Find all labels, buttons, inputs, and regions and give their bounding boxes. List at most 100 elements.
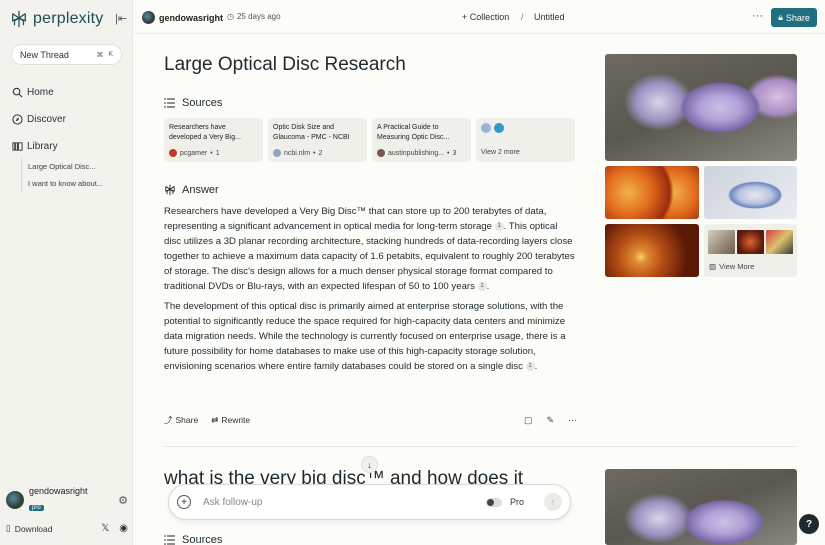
gear-icon[interactable]: ⚙ <box>118 494 128 507</box>
source-card[interactable]: Researchers have developed a Very Big...… <box>164 118 263 162</box>
thread-name[interactable]: Untitled <box>534 12 565 22</box>
source-number: 1 <box>215 149 220 157</box>
citation-badge[interactable]: 1 <box>477 282 487 291</box>
image-optic-disc-fundus[interactable] <box>605 166 699 219</box>
view-more-sources-button[interactable]: View 2 more <box>476 118 575 162</box>
source-favicons <box>481 123 570 133</box>
sidebar: perplexity |⇤ New Thread ⌘ K Home Discov… <box>0 0 133 545</box>
answer-tools: ▢ ✎ ··· <box>524 415 577 426</box>
view-more-images: ▨ View More <box>709 262 754 271</box>
source-meta: ncbi.nlm • 2 <box>273 149 322 157</box>
sources-icon <box>164 535 175 545</box>
arrow-down-icon: ↓ <box>367 459 372 470</box>
favicon-icon <box>273 149 281 157</box>
image-thumbnails <box>708 230 793 254</box>
rewrite-button[interactable]: ⇄ Rewrite <box>211 415 250 426</box>
library-icon <box>12 141 23 151</box>
user-name: gendowasright <box>29 486 88 496</box>
sidebar-item-discover[interactable]: Discover <box>12 110 127 128</box>
add-collection-button[interactable]: + Collection <box>462 12 509 22</box>
image-optical-discs-2[interactable] <box>605 469 797 545</box>
citation-badge[interactable]: 1 <box>525 362 535 371</box>
image-retina[interactable] <box>605 224 699 277</box>
share-button[interactable]: 🔒︎ Share <box>771 8 817 27</box>
attach-plus-icon[interactable]: + <box>177 495 191 509</box>
rewrite-label: Rewrite <box>221 415 251 425</box>
collapse-sidebar-icon[interactable]: |⇤ <box>115 12 127 25</box>
favicon-icon <box>377 149 385 157</box>
sources-list: Researchers have developed a Very Big...… <box>164 118 575 162</box>
share-label: Share <box>785 12 810 23</box>
answer-text: . <box>534 361 538 372</box>
help-button[interactable]: ? <box>799 514 819 534</box>
perplexity-logo-icon <box>12 10 26 28</box>
copy-icon[interactable]: ▢ <box>524 415 533 426</box>
answer-paragraph: Researchers have developed a Very Big Di… <box>164 204 577 294</box>
source-meta: pcgamer • 1 <box>169 149 220 157</box>
compass-icon <box>12 113 23 125</box>
new-thread-label: New Thread <box>20 49 69 60</box>
source-dot: • <box>210 149 213 157</box>
thread-header: gendowasright ◷ 25 days ago + Collection… <box>134 0 825 34</box>
x-social-icon[interactable]: 𝕏 <box>101 523 109 534</box>
share-answer-label: Share <box>175 415 199 425</box>
logo[interactable]: perplexity <box>10 10 103 28</box>
shortcut-cmd: ⌘ <box>96 51 104 59</box>
citation-badge[interactable]: 1 <box>494 222 504 231</box>
logo-text: perplexity <box>33 10 104 27</box>
image-icon: ▨ <box>709 262 717 271</box>
thread-age-label: 25 days ago <box>236 12 281 21</box>
user-profile[interactable]: gendowasright pro ⚙ <box>6 486 128 514</box>
discord-icon[interactable]: ◉ <box>119 523 128 534</box>
send-button[interactable]: ↑ <box>544 493 562 511</box>
clock-icon: ◷ <box>227 12 234 21</box>
thumbnail <box>708 230 735 254</box>
view-more-images-button[interactable]: ▨ View More <box>704 224 797 277</box>
image-disc-closeup[interactable] <box>704 166 797 219</box>
follow-up-bar: + Ask follow-up Pro ↑ <box>168 484 571 520</box>
source-card[interactable]: A Practical Guide to Measuring Optic Dis… <box>372 118 471 162</box>
source-title: A Practical Guide to Measuring Optic Dis… <box>377 124 450 141</box>
sources-heading-label: Sources <box>182 97 223 109</box>
shortcut-key: K <box>108 50 113 58</box>
share-answer-button[interactable]: ⤴ Share <box>164 414 198 426</box>
source-title: Optic Disk Size and Glaucoma - PMC - NCB… <box>273 124 350 141</box>
more-options-icon[interactable]: ··· <box>568 415 577 426</box>
library-thread-item[interactable]: I want to know about... <box>28 175 103 192</box>
image-optical-discs[interactable] <box>605 54 797 161</box>
sidebar-item-label: Home <box>27 86 54 98</box>
library-threads: Large Optical Disc... I want to know abo… <box>21 158 103 192</box>
answer-heading-label: Answer <box>182 184 219 196</box>
source-number: 2 <box>318 149 323 157</box>
answer-body: Researchers have developed a Very Big Di… <box>164 204 577 379</box>
pro-toggle[interactable] <box>485 497 502 507</box>
pro-badge: pro <box>29 505 44 511</box>
thumbnail <box>737 230 764 254</box>
rewrite-icon: ⇄ <box>211 414 219 425</box>
author-name: gendowasright <box>159 12 224 23</box>
source-dot: • <box>313 149 316 157</box>
sources-heading-label: Sources <box>182 534 223 545</box>
sidebar-nav: Home Discover Library <box>12 83 127 164</box>
scroll-down-button[interactable]: ↓ <box>361 456 378 473</box>
source-card[interactable]: Optic Disk Size and Glaucoma - PMC - NCB… <box>268 118 367 162</box>
favicon-icon <box>481 123 491 133</box>
edit-icon[interactable]: ✎ <box>546 415 554 426</box>
new-thread-button[interactable]: New Thread ⌘ K <box>11 44 122 65</box>
sidebar-item-label: Discover <box>27 113 66 125</box>
source-site: ncbi.nlm <box>284 149 311 157</box>
sidebar-item-library[interactable]: Library <box>12 137 127 155</box>
sidebar-item-label: Library <box>27 140 58 152</box>
library-thread-item[interactable]: Large Optical Disc... <box>28 158 103 175</box>
sidebar-item-home[interactable]: Home <box>12 83 127 101</box>
source-meta: austinpublishing... • 3 <box>377 149 456 157</box>
follow-up-input[interactable]: Ask follow-up <box>203 497 262 508</box>
more-options-icon[interactable]: ··· <box>752 10 763 22</box>
source-site: austinpublishing... <box>388 149 445 157</box>
source-dot: • <box>447 149 450 157</box>
source-number: 3 <box>452 149 457 157</box>
thread-author[interactable]: gendowasright <box>142 11 223 24</box>
view-more-label: View 2 more <box>481 149 520 156</box>
answer-text: Researchers have developed a Very Big Di… <box>164 206 547 232</box>
download-link[interactable]: ▯ Download <box>6 523 53 534</box>
